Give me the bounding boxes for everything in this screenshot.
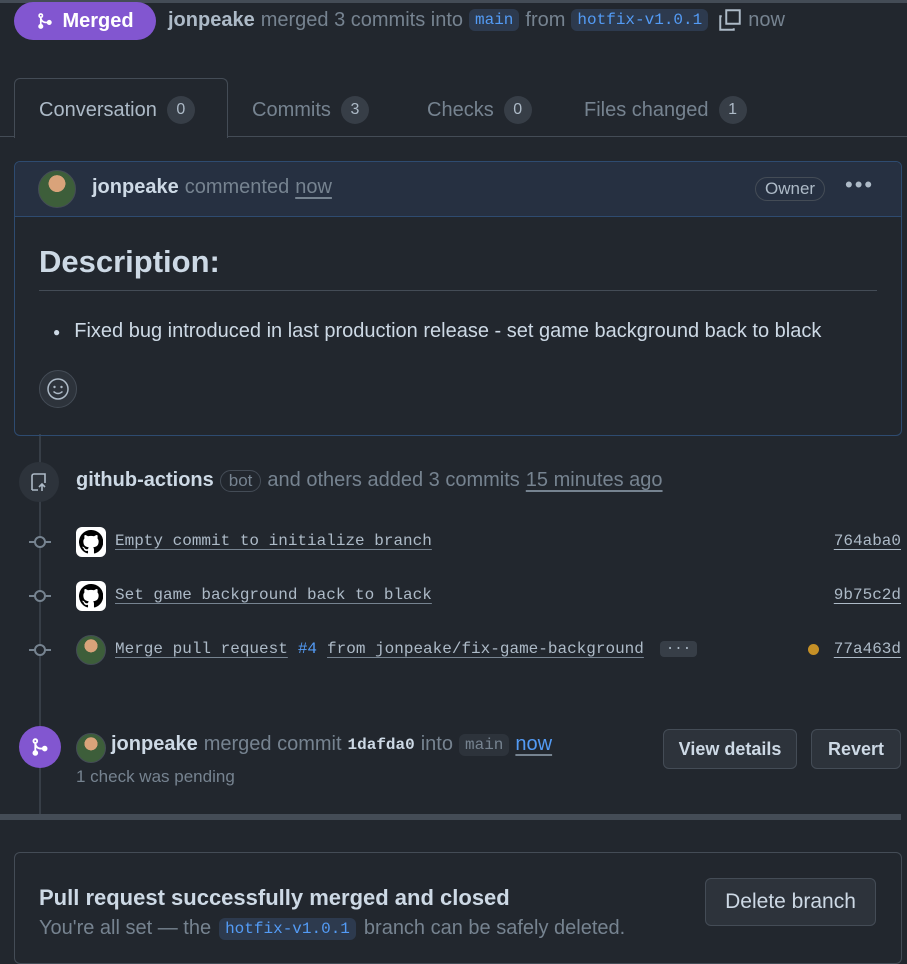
commit-message-prefix[interactable]: Merge pull request [115, 640, 288, 658]
commit-sha[interactable]: 764aba0 [834, 532, 901, 550]
check-status-text: 1 check was pending [76, 767, 235, 786]
copy-icon[interactable] [718, 8, 742, 32]
merged-event-icon [19, 726, 61, 768]
commit-sha[interactable]: 77a463d [834, 640, 901, 658]
merge-icon [38, 13, 53, 29]
revert-button[interactable]: Revert [811, 729, 901, 769]
merge-text: merged commit [203, 733, 342, 755]
timeline-divider [0, 814, 901, 820]
tab-count: 1 [718, 96, 747, 124]
tab-label: Conversation [39, 98, 157, 121]
pr-summary: jonpeake merged 3 commits into main from… [168, 6, 785, 34]
merge-event-text: jonpeake merged commit 1dafda0 into main… [111, 733, 552, 756]
base-branch[interactable]: main [469, 9, 520, 31]
expand-message-button[interactable]: ··· [659, 641, 698, 657]
comment-meta: jonpeake commented now [92, 176, 332, 199]
bullet-text: Fixed bug introduced in last production … [74, 320, 822, 342]
tab-count: 3 [340, 96, 369, 124]
tab-label: Files changed [584, 98, 709, 121]
commit-node-icon [34, 644, 46, 656]
commit-row: Empty commit to initialize branch 764aba… [0, 527, 907, 557]
comment-time[interactable]: now [295, 176, 332, 199]
merge-author[interactable]: jonpeake [111, 733, 198, 756]
tab-files-changed[interactable]: Files changed 1 [584, 96, 747, 124]
commit-sha[interactable]: 9b75c2d [834, 586, 901, 604]
commits-event-text: github-actions bot and others added 3 co… [76, 469, 663, 492]
pending-status-icon[interactable] [808, 644, 819, 655]
merged-status-badge: Merged [14, 2, 156, 40]
avatar[interactable] [76, 635, 106, 665]
merge-time[interactable]: now [515, 733, 552, 756]
tab-checks[interactable]: Checks 0 [427, 96, 532, 124]
commit-node-icon [34, 590, 46, 602]
comment-author[interactable]: jonpeake [92, 176, 179, 199]
tab-label: Commits [252, 98, 331, 121]
bullet-dot: ● [53, 324, 61, 339]
comment-header: jonpeake commented now Owner ••• [15, 162, 901, 217]
comment-action: commented [184, 176, 290, 198]
merge-box-branch[interactable]: hotfix-v1.0.1 [219, 917, 356, 940]
head-branch[interactable]: hotfix-v1.0.1 [571, 9, 709, 31]
github-avatar-icon[interactable] [76, 581, 106, 611]
commit-message-suffix[interactable]: from jonpeake/fix-game-background [327, 640, 644, 658]
merged-status-label: Merged [62, 9, 134, 32]
github-avatar-icon[interactable] [76, 527, 106, 557]
event-text: and others added 3 commits [267, 469, 520, 491]
event-time[interactable]: 15 minutes ago [526, 469, 663, 492]
owner-badge: Owner [755, 177, 826, 201]
more-options-icon[interactable]: ••• [845, 172, 874, 198]
tab-commits[interactable]: Commits 3 [252, 96, 369, 124]
commit-row: Merge pull request #4 from jonpeake/fix-… [0, 635, 907, 665]
bot-badge: bot [219, 469, 262, 492]
commit-message[interactable]: Set game background back to black [115, 586, 432, 604]
pr-author[interactable]: jonpeake [168, 9, 255, 32]
commit-message[interactable]: Empty commit to initialize branch [115, 532, 432, 550]
merge-box-text: You're all set — the hotfix-v1.0.1 branc… [39, 917, 625, 940]
heading-rule [39, 290, 877, 291]
delete-branch-button[interactable]: Delete branch [705, 878, 876, 926]
tab-count: 0 [166, 96, 195, 124]
smiley-icon [47, 378, 69, 400]
comment-box: jonpeake commented now Owner ••• Descrip… [14, 161, 902, 436]
pr-link[interactable]: #4 [298, 640, 317, 658]
add-reaction-button[interactable] [39, 370, 77, 408]
tab-conversation[interactable]: Conversation 0 [39, 96, 195, 124]
view-details-button[interactable]: View details [663, 729, 797, 769]
repo-push-icon [19, 462, 59, 502]
merge-box-title: Pull request successfully merged and clo… [39, 885, 510, 910]
description-bullet: ● Fixed bug introduced in last productio… [53, 320, 821, 343]
merge-status-box: Pull request successfully merged and clo… [14, 852, 902, 964]
tab-label: Checks [427, 98, 494, 121]
merge-branch[interactable]: main [458, 733, 510, 756]
into-text: into [420, 733, 453, 755]
description-heading: Description: [39, 244, 220, 279]
commit-node-icon [34, 536, 46, 548]
merge-box-text-before: You're all set — the [39, 917, 212, 939]
commit-message[interactable]: Merge pull request #4 from jonpeake/fix-… [115, 640, 698, 658]
commit-row: Set game background back to black 9b75c2… [0, 581, 907, 611]
merge-box-text-after: branch can be safely deleted. [363, 917, 626, 939]
event-author[interactable]: github-actions [76, 469, 214, 492]
pr-action-text: merged 3 commits into [260, 8, 463, 31]
avatar[interactable] [76, 733, 106, 763]
avatar[interactable] [38, 170, 76, 208]
from-text: from [525, 8, 566, 31]
pr-time: now [748, 8, 785, 31]
merge-sha[interactable]: 1dafda0 [348, 736, 415, 754]
tab-count: 0 [503, 96, 532, 124]
